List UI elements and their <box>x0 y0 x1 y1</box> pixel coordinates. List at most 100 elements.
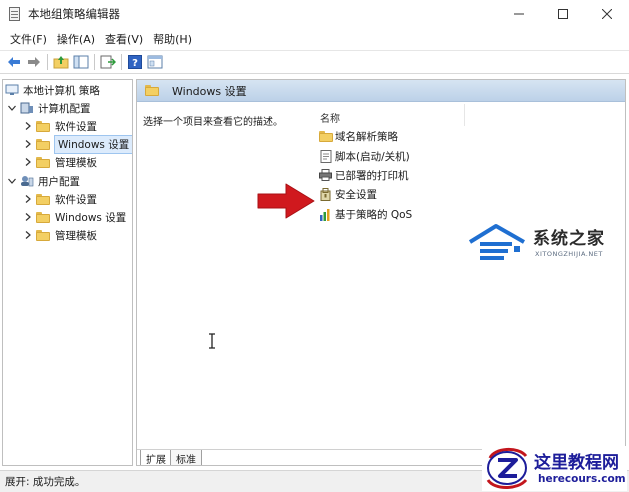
svg-text:?: ? <box>132 58 138 69</box>
tree-item-user-software-settings[interactable]: 软件设置 <box>23 190 97 208</box>
folder-icon <box>36 211 50 223</box>
tree-label: Windows 设置 <box>53 134 132 154</box>
column-header-name[interactable]: 名称 <box>320 110 340 125</box>
tree-label: 本地计算机 策略 <box>23 84 100 97</box>
chevron-right-icon[interactable] <box>23 230 33 240</box>
properties-button[interactable] <box>145 52 165 72</box>
export-list-icon <box>100 55 116 69</box>
chevron-right-icon[interactable] <box>23 212 33 222</box>
tree-item-computer-admin-templates[interactable]: 管理模板 <box>23 153 97 171</box>
folder-icon <box>145 85 159 96</box>
list-item-scripts[interactable]: 脚本(启动/关机) <box>319 147 410 165</box>
tab-extended[interactable]: 扩展 <box>140 450 172 465</box>
minimize-icon <box>514 13 524 15</box>
watermark-site-url: herecours.com <box>538 473 626 485</box>
back-arrow-icon <box>8 57 20 67</box>
details-header: Windows 设置 <box>137 80 625 102</box>
details-pane: Windows 设置 选择一个项目来查看它的描述。 名称 域名解析策略 脚本(启… <box>136 79 626 466</box>
menu-bar: 文件(F) 操作(A) 查看(V) 帮助(H) <box>0 29 629 49</box>
qos-chart-icon <box>320 208 330 221</box>
menu-action[interactable]: 操作(A) <box>52 31 100 47</box>
show-hide-tree-button[interactable] <box>71 52 91 72</box>
list-item-label: 安全设置 <box>335 188 377 201</box>
policy-editor-app-icon <box>8 7 22 21</box>
tree-label: 计算机配置 <box>38 102 91 115</box>
back-button[interactable] <box>4 52 24 72</box>
tree-item-user-windows-settings[interactable]: Windows 设置 <box>23 208 126 226</box>
tab-standard[interactable]: 标准 <box>170 450 202 465</box>
list-item-qos[interactable]: 基于策略的 QoS <box>319 205 412 223</box>
folder-icon <box>36 120 50 132</box>
tree-item-local-policy[interactable]: 本地计算机 策略 <box>5 81 100 99</box>
forward-button[interactable] <box>24 52 44 72</box>
toolbar: ? <box>0 50 629 74</box>
close-icon <box>602 9 612 19</box>
chevron-right-icon[interactable] <box>23 139 33 149</box>
watermark-xitongzhijia: 系统之家 XITONGZHIJIA.NET <box>466 222 616 266</box>
chevron-down-icon[interactable] <box>7 176 17 186</box>
tree-label: 用户配置 <box>38 175 80 188</box>
tree-item-computer-software-settings[interactable]: 软件设置 <box>23 117 97 135</box>
chevron-right-icon[interactable] <box>23 157 33 167</box>
tree-label: 管理模板 <box>55 156 97 169</box>
house-logo-icon <box>468 224 525 260</box>
watermark-herecours: 这里教程网 herecours.com <box>482 446 627 491</box>
user-config-icon <box>21 176 34 187</box>
folder-icon <box>36 156 50 168</box>
item-description: 选择一个项目来查看它的描述。 <box>143 117 283 128</box>
menu-view[interactable]: 查看(V) <box>100 31 148 47</box>
maximize-button[interactable] <box>541 0 585 28</box>
text-cursor-icon <box>209 333 215 349</box>
watermark-site-url: XITONGZHIJIA.NET <box>535 250 603 258</box>
folder-icon <box>36 229 50 241</box>
tree-item-user-admin-templates[interactable]: 管理模板 <box>23 226 97 244</box>
folder-icon <box>36 138 50 150</box>
properties-icon <box>147 55 163 69</box>
chevron-right-icon[interactable] <box>23 194 33 204</box>
z-logo-icon <box>486 448 528 489</box>
up-one-level-button[interactable] <box>51 52 71 72</box>
up-folder-icon <box>53 56 69 69</box>
list-item-label: 脚本(启动/关机) <box>335 150 410 163</box>
export-list-button[interactable] <box>98 52 118 72</box>
maximize-icon <box>558 9 568 19</box>
toolbar-separator <box>94 54 95 70</box>
show-hide-tree-icon <box>73 55 89 69</box>
computer-config-icon <box>20 102 33 114</box>
chevron-right-icon[interactable] <box>23 121 33 131</box>
list-item-security-settings[interactable]: 安全设置 <box>319 185 377 203</box>
close-button[interactable] <box>585 0 629 28</box>
column-divider[interactable] <box>464 104 465 126</box>
help-icon: ? <box>128 55 142 69</box>
computer-policy-icon <box>5 84 19 95</box>
window-title: 本地组策略编辑器 <box>28 7 120 21</box>
minimize-button[interactable] <box>497 0 541 28</box>
tree-item-user-config[interactable]: 用户配置 <box>7 172 80 190</box>
tree-item-computer-config[interactable]: 计算机配置 <box>7 99 91 117</box>
list-item-dns-policy[interactable]: 域名解析策略 <box>319 127 398 145</box>
folder-icon <box>36 193 50 205</box>
menu-file[interactable]: 文件(F) <box>5 31 52 47</box>
console-tree-pane[interactable]: 本地计算机 策略 计算机配置 软件设置 Windows 设置 管理模板 用户配置… <box>2 79 133 466</box>
tree-label: Windows 设置 <box>55 211 127 224</box>
toolbar-separator <box>47 54 48 70</box>
help-button[interactable]: ? <box>125 52 145 72</box>
tree-label: 软件设置 <box>55 193 97 206</box>
forward-arrow-icon <box>28 57 40 67</box>
status-text: 展开: 成功完成。 <box>5 476 86 488</box>
watermark-site-name: 系统之家 <box>533 229 605 249</box>
title-bar: 本地组策略编辑器 <box>0 0 629 28</box>
list-item-label: 域名解析策略 <box>335 130 398 143</box>
list-item-printers[interactable]: 已部署的打印机 <box>319 166 409 184</box>
tree-label: 软件设置 <box>55 120 97 133</box>
menu-help[interactable]: 帮助(H) <box>148 31 197 47</box>
annotation-arrow-icon <box>257 183 315 219</box>
list-item-label: 基于策略的 QoS <box>335 208 413 221</box>
tree-item-computer-windows-settings[interactable]: Windows 设置 <box>23 134 132 154</box>
toolbar-separator <box>121 54 122 70</box>
details-header-title: Windows 设置 <box>172 84 247 98</box>
security-settings-icon <box>320 187 330 201</box>
chevron-down-icon[interactable] <box>7 103 17 113</box>
list-item-label: 已部署的打印机 <box>335 169 409 182</box>
watermark-site-name: 这里教程网 <box>534 453 619 473</box>
